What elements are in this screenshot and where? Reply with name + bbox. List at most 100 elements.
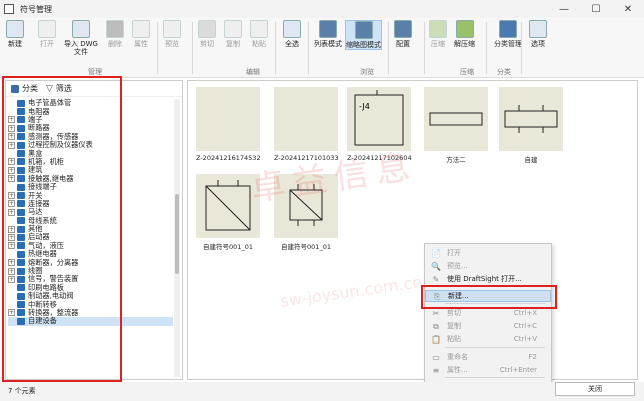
ribbon-button-8[interactable]: 粘贴 (250, 20, 268, 48)
context-menu-item[interactable]: ▭ 重命名 F2 (425, 351, 551, 363)
properties-icon: ≡ (432, 365, 440, 375)
cut-icon (198, 20, 216, 38)
cut-icon: ✂ (432, 308, 440, 318)
ribbon-button-9[interactable]: 全选 (283, 20, 301, 48)
draftsight-icon: ✎ (432, 274, 440, 284)
minimize-button[interactable]: — (548, 0, 580, 18)
thumbnail-caption: 方法二 (446, 156, 466, 164)
ribbon-button-label: 配置 (396, 40, 410, 48)
config-icon (394, 20, 412, 38)
ribbon-button-label: 全选 (285, 40, 299, 48)
close-button[interactable]: 关闭 (555, 382, 635, 396)
preview-icon: 🔍 (431, 261, 441, 271)
ribbon-button-label: 新建 (8, 40, 22, 48)
context-menu-item[interactable]: ⧉ 复制 Ctrl+C (425, 320, 551, 332)
ribbon-separator (275, 22, 276, 74)
rename-icon: ▭ (432, 352, 440, 362)
thumbnail-caption: 自建 (524, 156, 538, 164)
title-bar: 符号管理 — ☐ ✕ (0, 0, 644, 18)
close-window-button[interactable]: ✕ (612, 0, 644, 18)
ribbon-button-4[interactable]: 属性 (132, 20, 150, 48)
context-menu-item[interactable]: 📄 打开 (425, 247, 551, 259)
tree-scrollbar[interactable] (174, 99, 180, 377)
symbol-preview (424, 87, 488, 151)
ribbon-button-3[interactable]: 删除 (106, 20, 124, 48)
context-menu-label: 粘贴 (447, 335, 461, 343)
symbol-preview (499, 87, 563, 151)
highlight-box-left (2, 76, 122, 382)
symbol-thumbnail[interactable]: 方法二 (424, 87, 488, 164)
context-menu-item[interactable]: 🔍 预览... (425, 260, 551, 272)
ribbon-button-14[interactable]: 解压缩 (454, 20, 475, 48)
context-menu-item[interactable]: ✎ 使用 DraftSight 打开... (425, 273, 551, 285)
ribbon-button-5[interactable]: 预览 (163, 20, 181, 48)
symbol-preview (274, 87, 339, 151)
window-title: 符号管理 (20, 4, 52, 14)
ribbon-group-label: 编辑 (246, 68, 260, 76)
thumbnail-mode-icon (354, 21, 373, 39)
symbol-preview (196, 87, 261, 151)
context-menu-item[interactable]: ≡ 属性... Ctrl+Enter (425, 364, 551, 376)
maximize-button[interactable]: ☐ (580, 0, 612, 18)
ribbon-button-6[interactable]: 剪切 (198, 20, 216, 48)
open-icon (38, 20, 56, 38)
thumbnail-pane: Z-20241216174532 Z-20241217101033 -J4 Z-202… (187, 80, 638, 380)
ribbon-separator (521, 22, 522, 74)
ribbon-button-label: 删除 (108, 40, 122, 48)
symbol-thumbnail[interactable]: Z-20241216174532 (196, 87, 261, 162)
thumbnail-caption: 自建符号001_01 (281, 243, 331, 251)
ribbon-button-10[interactable]: 列表模式 (314, 20, 342, 48)
ribbon-button-11[interactable]: 缩略图模式 (345, 20, 382, 50)
context-menu-shortcut: Ctrl+C (513, 322, 537, 330)
import-dwg-icon (71, 20, 90, 38)
decompress-icon (455, 20, 474, 38)
ribbon-button-label: 剪切 (200, 40, 214, 48)
ribbon-button-label: 解压缩 (454, 40, 475, 48)
compress-icon (429, 20, 447, 38)
ribbon-button-2[interactable]: 导入 DWG 文件 (64, 20, 98, 56)
ribbon-button-label: 属性 (134, 40, 148, 48)
context-menu-label: 重命名 (447, 353, 468, 361)
ribbon-button-12[interactable]: 配置 (394, 20, 412, 48)
context-menu-shortcut: Ctrl+X (513, 309, 537, 317)
ribbon-button-label: 分类管理 (494, 40, 522, 48)
context-menu-label: 剪切 (447, 309, 461, 317)
delete-icon (106, 20, 124, 38)
highlight-box-menu (421, 285, 557, 309)
context-menu-label: 属性... (447, 366, 468, 374)
ribbon-toolbar: 新建 打开 导入 DWG 文件 删除 属性 预览 剪切 复制 粘贴 全选 列表模式 缩略图模式 配置 压缩… (0, 18, 644, 78)
ribbon-button-16[interactable]: 选项 (529, 20, 547, 48)
ribbon-separator (486, 22, 487, 74)
ribbon-button-label: 选项 (531, 40, 545, 48)
menu-separator (445, 377, 545, 378)
context-menu-shortcut: F2 (528, 353, 537, 361)
menu-separator (445, 347, 545, 348)
ribbon-button-0[interactable]: 新建 (6, 20, 24, 48)
context-menu-item[interactable]: 📋 粘贴 Ctrl+V (425, 333, 551, 345)
ribbon-button-label: 复制 (226, 40, 240, 48)
ribbon-separator (157, 22, 158, 74)
app-icon (4, 4, 14, 14)
new-icon (6, 20, 24, 38)
ribbon-button-1[interactable]: 打开 (38, 20, 56, 48)
ribbon-button-15[interactable]: 分类管理 (494, 20, 522, 48)
ribbon-button-13[interactable]: 压缩 (429, 20, 447, 48)
ribbon-group-label: 浏览 (360, 68, 374, 76)
ribbon-group-label: 分类 (497, 68, 511, 76)
select-all-icon (283, 20, 301, 38)
thumbnail-caption: 自建符号001_01 (203, 243, 253, 251)
category-manage-icon (499, 20, 517, 38)
ribbon-button-7[interactable]: 复制 (224, 20, 242, 48)
ribbon-button-label: 粘贴 (252, 40, 266, 48)
symbol-thumbnail[interactable]: 自建 (499, 87, 563, 164)
context-menu-shortcut: Ctrl+V (513, 335, 537, 343)
ribbon-button-label: 打开 (40, 40, 54, 48)
element-count: 7 个元素 (8, 387, 36, 395)
scroll-thumb[interactable] (175, 194, 179, 274)
ribbon-group-label: 压缩 (460, 68, 474, 76)
copy-icon (224, 20, 242, 38)
ribbon-separator (308, 22, 309, 74)
ribbon-separator (192, 22, 193, 74)
ribbon-button-label: 压缩 (431, 40, 445, 48)
context-menu-label: 打开 (447, 249, 461, 257)
